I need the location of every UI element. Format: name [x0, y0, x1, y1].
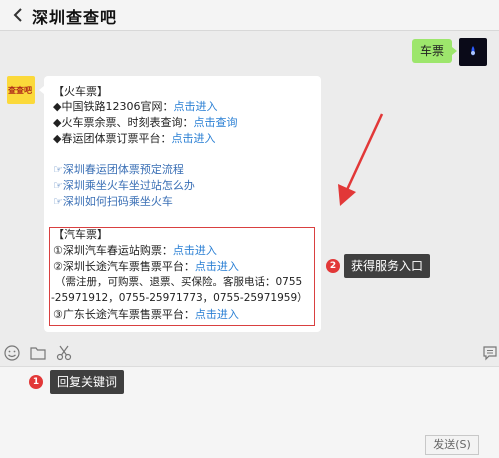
article-link[interactable]: ☞深圳乘坐火车坐过站怎么办: [53, 178, 195, 194]
train-item-link[interactable]: 点击进入: [173, 100, 217, 113]
article-link[interactable]: ☞深圳春运团体票预定流程: [53, 162, 184, 178]
highlight-box: [49, 227, 315, 326]
input-toolbar: [0, 340, 499, 366]
bot-avatar-text: 查查吧: [8, 86, 32, 95]
title-bar: 深圳查查吧: [0, 0, 499, 31]
avatar-figure-icon: [471, 46, 475, 56]
train-item-label: ◆春运团体票订票平台：: [53, 132, 172, 145]
train-item: ◆春运团体票订票平台：点击进入: [53, 131, 215, 147]
chat-title: 深圳查查吧: [32, 8, 118, 27]
article-link[interactable]: ☞深圳如何扫码乘坐火车: [53, 194, 173, 210]
annotation-badge: 1: [29, 375, 43, 389]
annotation-callout: 回复关键词: [50, 370, 125, 394]
user-message-bubble: 车票: [412, 39, 457, 63]
train-item-link[interactable]: 点击进入: [171, 132, 215, 145]
annotation-callout: 获得服务入口: [344, 254, 431, 278]
folder-icon[interactable]: [29, 344, 47, 362]
emoji-icon[interactable]: [3, 344, 21, 362]
train-heading: 【火车票】: [53, 85, 108, 98]
annotation-arrow-icon: [338, 113, 384, 206]
train-item: ◆火车票余票、时刻表查询：点击查询: [53, 115, 237, 131]
bot-avatar[interactable]: 查查吧: [7, 76, 35, 104]
train-item-label: ◆中国铁路12306官网：: [53, 100, 174, 113]
user-avatar[interactable]: [459, 38, 487, 66]
train-item: ◆中国铁路12306官网：点击进入: [53, 99, 217, 115]
chat-history-icon[interactable]: [481, 344, 499, 362]
train-item-label: ◆火车票余票、时刻表查询：: [53, 116, 194, 129]
back-arrow-icon[interactable]: [10, 6, 28, 24]
annotation-badge: 2: [326, 259, 340, 273]
train-item-link[interactable]: 点击查询: [193, 116, 237, 129]
scissors-icon[interactable]: [55, 344, 73, 362]
send-button[interactable]: 发送(S): [425, 435, 479, 455]
